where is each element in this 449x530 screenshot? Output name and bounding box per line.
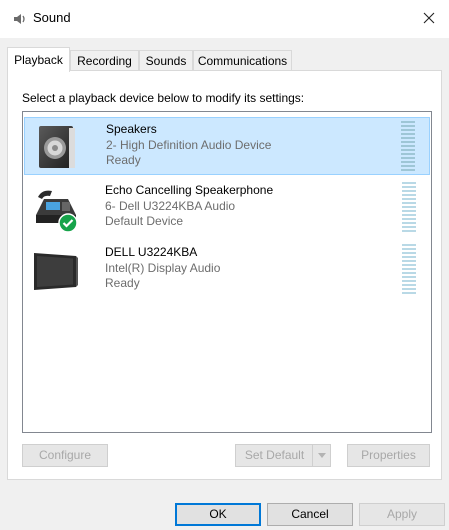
apply-label: Apply (386, 507, 418, 521)
device-dell-monitor[interactable]: DELL U3224KBA Intel(R) Display Audio Rea… (24, 241, 430, 299)
device-list[interactable]: Speakers 2- High Definition Audio Device… (22, 111, 432, 433)
tab-communications-label: Communications (197, 54, 288, 68)
apply-button[interactable]: Apply (359, 503, 445, 526)
speaker-device-icon (39, 126, 75, 168)
tab-sounds[interactable]: Sounds (139, 50, 193, 70)
title-bar: Sound (0, 0, 449, 38)
set-default-dropdown[interactable] (312, 445, 330, 466)
tab-recording[interactable]: Recording (70, 50, 139, 70)
device-driver: 2- High Definition Audio Device (106, 138, 272, 152)
device-speakerphone[interactable]: Echo Cancelling Speakerphone 6- Dell U32… (24, 179, 430, 237)
tab-recording-label: Recording (77, 54, 132, 68)
chevron-down-icon (317, 453, 326, 458)
device-name: Speakers (106, 122, 157, 136)
tab-communications[interactable]: Communications (193, 50, 292, 70)
device-status: Ready (105, 276, 140, 290)
tab-playback[interactable]: Playback (7, 47, 70, 72)
volume-meter (401, 121, 415, 173)
device-status: Ready (106, 153, 141, 167)
tab-playback-label: Playback (14, 53, 63, 67)
sound-dialog: Playback Recording Sounds Communications… (0, 38, 449, 530)
properties-label: Properties (361, 448, 416, 462)
set-default-button[interactable]: Set Default (235, 444, 331, 467)
close-button[interactable] (409, 0, 449, 36)
ok-button[interactable]: OK (175, 503, 261, 526)
window-title: Sound (33, 10, 71, 25)
monitor-device-icon (34, 253, 78, 290)
speaker-icon (14, 14, 25, 24)
speakerphone-device-icon (36, 190, 78, 233)
device-name: DELL U3224KBA (105, 245, 198, 259)
cancel-label: Cancel (291, 507, 329, 521)
device-name: Echo Cancelling Speakerphone (105, 183, 274, 197)
configure-label: Configure (38, 448, 92, 462)
instruction-text: Select a playback device below to modify… (22, 91, 305, 105)
device-driver: Intel(R) Display Audio (105, 261, 221, 275)
properties-button[interactable]: Properties (347, 444, 430, 467)
playback-panel: Select a playback device below to modify… (7, 70, 442, 480)
set-default-label: Set Default (244, 448, 305, 462)
close-icon (423, 12, 435, 24)
device-speakers[interactable]: Speakers 2- High Definition Audio Device… (24, 117, 430, 175)
tab-sounds-label: Sounds (145, 54, 187, 68)
volume-meter (402, 244, 416, 296)
volume-meter (402, 182, 416, 234)
ok-label: OK (209, 507, 227, 521)
device-status: Default Device (105, 214, 184, 228)
cancel-button[interactable]: Cancel (267, 503, 353, 526)
device-driver: 6- Dell U3224KBA Audio (105, 199, 236, 213)
configure-button[interactable]: Configure (22, 444, 108, 467)
